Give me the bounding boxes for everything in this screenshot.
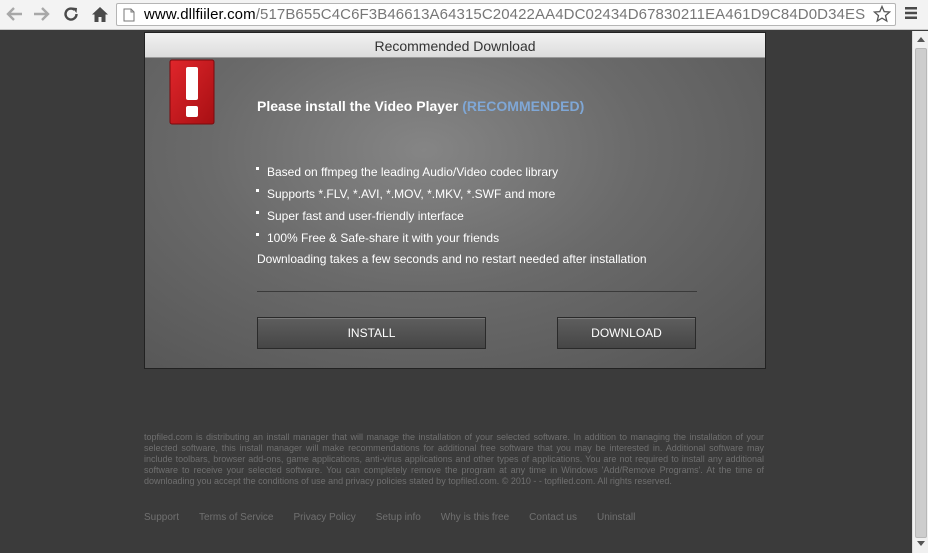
list-item: Super fast and user-friendly interface	[255, 205, 558, 227]
forward-button[interactable]	[29, 3, 53, 25]
url-domain: www.dllfiiler.com	[144, 6, 256, 23]
list-item: Based on ffmpeg the leading Audio/Video …	[255, 161, 558, 183]
reload-icon	[64, 7, 78, 21]
menu-icon[interactable]	[904, 6, 918, 20]
scroll-down-icon[interactable]	[917, 541, 925, 547]
reload-button[interactable]	[59, 3, 83, 25]
headline: Please install the Video Player (RECOMME…	[257, 98, 584, 114]
install-button[interactable]: INSTALL	[257, 317, 486, 349]
page-scrollbar[interactable]	[912, 31, 928, 553]
back-button[interactable]	[3, 3, 27, 25]
footer-link-privacy[interactable]: Privacy Policy	[294, 512, 356, 523]
footer-link-why-free[interactable]: Why is this free	[441, 512, 509, 523]
feature-list: Based on ffmpeg the leading Audio/Video …	[255, 161, 558, 249]
footer-link-setup-info[interactable]: Setup info	[376, 512, 421, 523]
divider	[257, 291, 697, 292]
download-button[interactable]: DOWNLOAD	[557, 317, 696, 349]
disclaimer-text: topfiled.com is distributing an install …	[144, 432, 764, 486]
alert-icon	[169, 59, 215, 125]
page-icon	[123, 8, 135, 22]
download-note: Downloading takes a few seconds and no r…	[257, 252, 647, 266]
url-text: www.dllfiiler.com/517B655C4C6F3B46613A64…	[144, 6, 865, 23]
home-button[interactable]	[88, 3, 112, 25]
scroll-thumb[interactable]	[915, 48, 927, 538]
list-item: 100% Free & Safe-share it with your frie…	[255, 227, 558, 249]
browser-toolbar: www.dllfiiler.com/517B655C4C6F3B46613A64…	[0, 0, 928, 30]
forward-icon	[34, 7, 50, 21]
list-item: Supports *.FLV, *.AVI, *.MOV, *.MKV, *.S…	[255, 183, 558, 205]
url-path: /517B655C4C6F3B46613A64315C20422AA4DC024…	[255, 6, 866, 23]
scroll-up-icon[interactable]	[917, 36, 925, 42]
recommended-tag: (RECOMMENDED)	[462, 98, 585, 114]
footer-link-uninstall[interactable]: Uninstall	[597, 512, 635, 523]
footer-links: Support Terms of Service Privacy Policy …	[144, 512, 655, 523]
star-icon[interactable]	[873, 5, 891, 23]
home-icon	[92, 6, 108, 22]
footer-link-contact[interactable]: Contact us	[529, 512, 577, 523]
footer-link-support[interactable]: Support	[144, 512, 179, 523]
footer-link-terms[interactable]: Terms of Service	[199, 512, 273, 523]
headline-text: Please install the Video Player	[257, 98, 459, 114]
download-dialog: Recommended Download Please install the …	[144, 32, 766, 369]
back-icon	[6, 7, 22, 21]
address-bar[interactable]: www.dllfiiler.com/517B655C4C6F3B46613A64…	[116, 3, 896, 26]
dialog-title: Recommended Download	[145, 33, 765, 58]
